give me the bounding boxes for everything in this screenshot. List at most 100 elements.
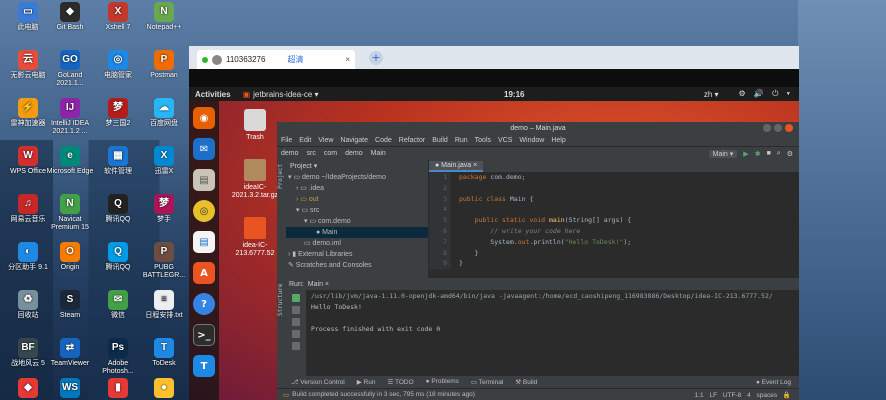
scroll-icon[interactable] — [292, 318, 300, 326]
tool-window-tab[interactable]: ▭ Terminal — [471, 378, 503, 386]
debug-icon[interactable]: ✱ — [755, 150, 761, 158]
search-icon[interactable]: ⌕ — [777, 150, 781, 158]
desktop-icon[interactable]: ◎ 电脑管家 — [94, 50, 142, 80]
code-area[interactable]: 1 2 3 4 56 7 8 9 package com.demo; public class… — [429, 172, 799, 270]
editor-tab-main[interactable]: ● Main.java × — [429, 161, 484, 172]
desktop-icon[interactable]: ● — [140, 378, 188, 400]
close-icon[interactable] — [785, 124, 793, 132]
desktop-icon[interactable]: S Steam — [46, 290, 94, 320]
menu-item[interactable]: File — [281, 137, 292, 144]
menu-item[interactable]: Build — [432, 137, 448, 144]
help-icon[interactable]: ? — [193, 293, 215, 315]
firefox-icon[interactable]: ◉ — [193, 107, 215, 129]
code-lines[interactable]: package com.demo; public class Main { pu… — [451, 172, 631, 269]
libreoffice-writer-icon[interactable]: ▤ — [193, 231, 215, 253]
desktop-icon[interactable]: ◐ 分区助手 9.1 — [4, 242, 52, 272]
trash-icon[interactable] — [292, 342, 300, 350]
breadcrumb-item[interactable]: demo — [345, 150, 363, 157]
system-tray[interactable]: ⚙ 🔊 ⏻ ▾ — [739, 89, 794, 99]
menu-item[interactable]: VCS — [498, 137, 512, 144]
desktop-icon[interactable]: ▦ 软件管理 — [94, 146, 142, 176]
desktop-icon[interactable]: GO GoLand 2021.1... — [46, 50, 94, 88]
desktop-icon[interactable]: ♫ 网易云音乐 — [4, 194, 52, 224]
tool-window-tab[interactable]: ● Problems — [426, 378, 459, 386]
menu-item[interactable]: View — [318, 137, 333, 144]
tree-item[interactable]: › ▭ out — [286, 194, 428, 205]
thunderbird-icon[interactable]: ✉ — [193, 138, 215, 160]
desktop-icon[interactable]: IJ IntelliJ IDEA 2021.1.2 ... — [46, 98, 94, 136]
folder-desktop-item[interactable]: idea-IC-213.6777.52 — [231, 217, 279, 258]
menu-item[interactable]: Tools — [475, 137, 491, 144]
desktop-icon[interactable]: 梦梦三国2 — [94, 98, 142, 128]
desktop-icon[interactable]: P PUBG BATTLEGR... — [140, 242, 188, 280]
desktop-icon[interactable]: Q 腾讯QQ — [94, 194, 142, 224]
trash-desktop-item[interactable]: Trash — [231, 109, 279, 142]
quality-label[interactable]: 超清 — [287, 54, 303, 65]
new-tab-button[interactable]: + — [369, 50, 383, 65]
maximize-icon[interactable] — [774, 124, 782, 132]
menu-item[interactable]: Window — [519, 137, 544, 144]
code-editor[interactable]: ● Main.java × 1 2 3 4 56 7 8 9 package com.demo… — [429, 160, 799, 278]
print-icon[interactable] — [292, 330, 300, 338]
stop-icon[interactable]: ■ — [767, 150, 771, 157]
desktop-icon[interactable]: ✉ 微信 — [94, 290, 142, 320]
rerun-icon[interactable] — [292, 294, 300, 302]
status-info[interactable]: 1:1 LF UTF-8 4 spaces 🔒 — [695, 391, 799, 399]
desktop-icon[interactable]: e Microsoft Edge — [46, 146, 94, 176]
desktop-icon[interactable]: WS — [46, 378, 94, 400]
desktop-icon[interactable]: Ps Adobe Photosh... — [94, 338, 142, 376]
desktop-icon[interactable]: ≡ 日程安排.txt — [140, 290, 188, 320]
desktop-icon[interactable]: ⇄ TeamViewer — [46, 338, 94, 368]
tool-window-tab[interactable]: ▶ Run — [357, 378, 376, 386]
menu-item[interactable]: Refactor — [399, 137, 425, 144]
desktop-icon[interactable]: ♻ 回收站 — [4, 290, 52, 320]
menu-item[interactable]: Navigate — [340, 137, 368, 144]
run-config-select[interactable]: Main ▾ — [708, 149, 738, 158]
breadcrumb-item[interactable]: Main — [371, 150, 386, 157]
tree-item[interactable]: ● Main — [286, 227, 428, 238]
close-tab-icon[interactable]: × — [345, 55, 350, 64]
clock[interactable]: 19:16 — [504, 90, 524, 99]
project-stripe[interactable]: Project — [277, 160, 286, 278]
desktop-icon[interactable]: X Xshell 7 — [94, 2, 142, 32]
archive-desktop-item[interactable]: ideaIC-2021.3.2.tar.gz — [231, 159, 279, 200]
event-log-button[interactable]: ● Event Log — [756, 379, 799, 386]
tree-item[interactable]: ▭ demo.iml — [286, 238, 428, 249]
tree-item[interactable]: ▾ ▭ com.demo — [286, 216, 428, 227]
desktop-icon[interactable]: X 迅雷X — [140, 146, 188, 176]
project-view-select[interactable]: Project ▾ — [290, 162, 317, 170]
desktop-icon[interactable]: BF 战地风云 5 — [4, 338, 52, 368]
breadcrumb-item[interactable]: demo — [281, 150, 299, 157]
desktop-icon[interactable]: ⚡ 雷神加速器 — [4, 98, 52, 128]
desktop-icon[interactable]: P Postman — [140, 50, 188, 80]
tree-item[interactable]: › ▮ External Libraries — [286, 249, 428, 260]
menu-item[interactable]: Code — [375, 137, 392, 144]
menu-item[interactable]: Edit — [299, 137, 311, 144]
tree-item[interactable]: ▾ ▭ demo ~/IdeaProjects/demo — [286, 172, 428, 183]
software-center-icon[interactable]: A — [193, 262, 215, 284]
todesk-session-tab[interactable]: 110363276 超清 × — [197, 50, 355, 69]
minimize-icon[interactable] — [763, 124, 771, 132]
desktop-icon[interactable]: 云无影云电脑 — [4, 50, 52, 80]
desktop-icon[interactable]: Q 腾讯QQ — [94, 242, 142, 272]
desktop-icon[interactable]: T ToDesk — [140, 338, 188, 368]
desktop-icon[interactable]: 梦梦手 — [140, 194, 188, 224]
files-icon[interactable]: ▤ — [193, 169, 215, 191]
tool-window-tab[interactable]: ☰ TODO — [387, 378, 413, 386]
app-menu[interactable]: ▣ jetbrains-idea-ce ▾ — [243, 90, 319, 99]
desktop-icon[interactable]: ▭ 此电脑 — [4, 2, 52, 32]
desktop-icon[interactable]: ☁ 百度网盘 — [140, 98, 188, 128]
console-output[interactable]: /usr/lib/jvm/java-1.11.0-openjdk-amd64/b… — [311, 291, 799, 335]
desktop-icon[interactable]: O Origin — [46, 242, 94, 272]
todesk-dock-icon[interactable]: T — [193, 355, 215, 377]
tree-item[interactable]: ▾ ▭ src — [286, 205, 428, 216]
desktop-icon[interactable]: W WPS Office — [4, 146, 52, 176]
structure-stripe[interactable]: Structure — [277, 279, 286, 377]
menu-item[interactable]: Run — [455, 137, 468, 144]
activities-button[interactable]: Activities — [195, 90, 231, 99]
rhythmbox-icon[interactable]: ◎ — [193, 200, 215, 222]
tool-window-tab[interactable]: ⎇ Version Control — [291, 378, 345, 386]
breadcrumb-item[interactable]: com — [324, 150, 337, 157]
desktop-icon[interactable]: ◆ — [4, 378, 52, 400]
desktop-icon[interactable]: N Navicat Premium 15 — [46, 194, 94, 232]
